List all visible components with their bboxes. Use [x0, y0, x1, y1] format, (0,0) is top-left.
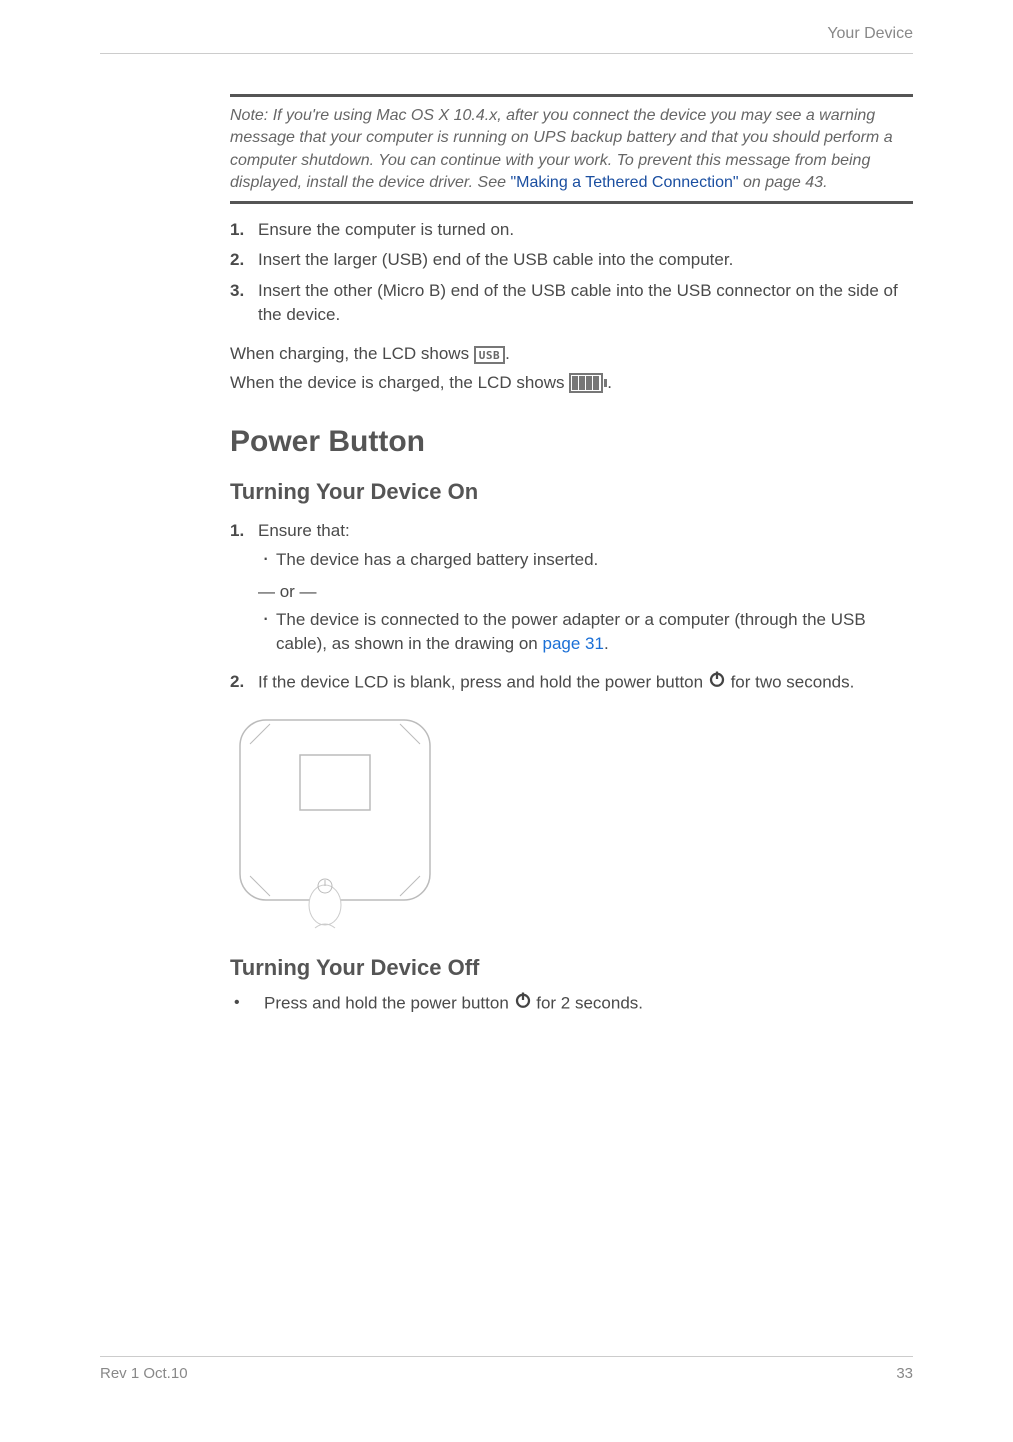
note-rule-top — [230, 94, 913, 97]
usb-icon: USB — [474, 346, 505, 364]
charging-text-a: When charging, the LCD shows — [230, 344, 474, 363]
section-power-title: Power Button — [230, 425, 913, 459]
footer-left: Rev 1 Oct.10 — [100, 1365, 188, 1382]
turn-off-bullet: Press and hold the power button for 2 se… — [230, 991, 913, 1017]
step-1: Ensure the computer is turned on. — [230, 218, 913, 243]
charged-text-a: When the device is charged, the LCD show… — [230, 373, 569, 392]
step-2: Insert the larger (USB) end of the USB c… — [230, 248, 913, 273]
charging-text-b: . — [505, 344, 510, 363]
turn-on-bullet2-b: . — [604, 634, 609, 653]
turn-on-step2-b: for two seconds. — [731, 672, 855, 691]
turn-on-bullet1: The device has a charged battery inserte… — [258, 548, 913, 572]
power-icon — [514, 991, 532, 1017]
turn-off-a: Press and hold the power button — [264, 993, 514, 1012]
charged-text-b: . — [607, 373, 612, 392]
turn-off-list: Press and hold the power button for 2 se… — [230, 991, 913, 1017]
page-footer: Rev 1 Oct.10 33 — [100, 1356, 913, 1382]
page-31-link[interactable]: page 31 — [543, 634, 604, 653]
note-rule-bottom — [230, 201, 913, 204]
device-diagram — [230, 710, 913, 935]
turn-on-step2-a: If the device LCD is blank, press and ho… — [258, 672, 708, 691]
note-xref[interactable]: "Making a Tethered Connection" — [510, 174, 738, 191]
main-content: Note: If you're using Mac OS X 10.4.x, a… — [230, 94, 913, 1016]
turning-off-title: Turning Your Device Off — [230, 955, 913, 981]
charging-steps: Ensure the computer is turned on. Insert… — [230, 218, 913, 329]
turning-on-title: Turning Your Device On — [230, 479, 913, 505]
chapter-header: Your Device — [100, 20, 913, 54]
turn-on-sub-bullets-1: The device has a charged battery inserte… — [258, 548, 913, 572]
turn-off-b: for 2 seconds. — [536, 993, 643, 1012]
footer-page-number: 33 — [896, 1365, 913, 1382]
turn-on-bullet2: The device is connected to the power ada… — [258, 608, 913, 656]
turn-on-step2: If the device LCD is blank, press and ho… — [230, 670, 913, 696]
charging-line: When charging, the LCD shows USB. — [230, 342, 913, 367]
turn-on-steps: Ensure that: The device has a charged ba… — [230, 519, 913, 695]
note-label: Note: — [230, 107, 268, 124]
battery-full-icon — [569, 373, 607, 393]
turn-on-step1-label: Ensure that: — [258, 521, 350, 540]
turn-on-step1: Ensure that: The device has a charged ba… — [230, 519, 913, 656]
charged-line: When the device is charged, the LCD show… — [230, 371, 913, 396]
note-block: Note: If you're using Mac OS X 10.4.x, a… — [230, 105, 913, 195]
note-text-after: on page 43. — [739, 174, 828, 191]
or-line: — or — — [258, 580, 913, 605]
turn-on-sub-bullets-2: The device is connected to the power ada… — [258, 608, 913, 656]
power-icon — [708, 670, 726, 696]
step-3: Insert the other (Micro B) end of the US… — [230, 279, 913, 328]
